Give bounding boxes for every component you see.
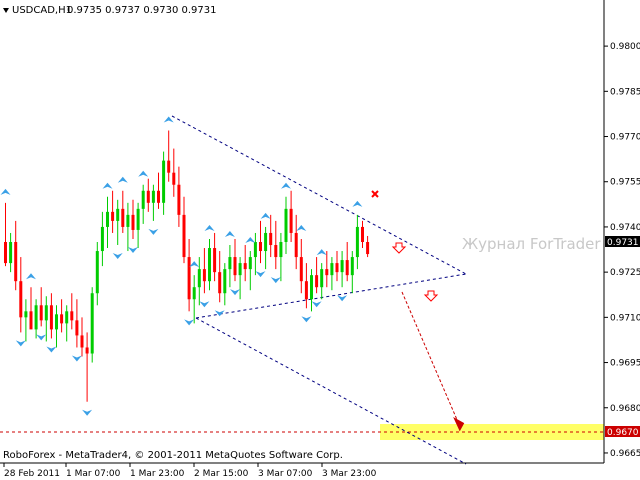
- candle-body: [233, 257, 237, 276]
- time-axis-label: 1 Mar 23:00: [130, 469, 185, 479]
- candle-body: [172, 172, 176, 185]
- candle: [90, 287, 94, 363]
- symbol-label: USDCAD,H1: [12, 5, 72, 16]
- candle-body: [19, 281, 23, 318]
- candle-body: [141, 190, 145, 209]
- candle-body: [167, 160, 171, 173]
- candle-body: [310, 275, 313, 300]
- candle-body: [299, 257, 303, 282]
- candle-body: [243, 263, 247, 270]
- candle-body: [325, 269, 329, 276]
- candle-body: [366, 242, 370, 255]
- candle-body: [49, 305, 53, 330]
- candle-body: [182, 214, 186, 258]
- candle-body: [106, 211, 109, 227]
- candle-body: [213, 248, 217, 273]
- candle-body: [355, 226, 359, 258]
- candle-body: [279, 242, 283, 258]
- current-price-badge: 0.9731: [605, 236, 640, 248]
- candle-body: [65, 311, 69, 324]
- price-axis-label: 0.9710: [610, 313, 640, 323]
- time-axis-label: 28 Feb 2011: [4, 469, 60, 479]
- ohlc-values: 0.9735 0.9737 0.9730 0.9731: [67, 5, 217, 16]
- candle-body: [202, 269, 206, 282]
- candle-body: [146, 190, 150, 203]
- candle-body: [100, 226, 104, 252]
- candle-body: [126, 214, 130, 227]
- candle-body: [162, 160, 166, 203]
- candle-body: [284, 208, 288, 242]
- candle-body: [345, 260, 349, 276]
- candle-body: [269, 232, 273, 246]
- candle-body: [330, 263, 334, 276]
- price-axis-label: 0.9695: [610, 359, 640, 369]
- candle-body: [315, 275, 319, 288]
- price-axis-label: 0.9755: [610, 178, 640, 188]
- chart-title: USDCAD,H1 0.9735 0.9737 0.9730 0.9731: [3, 5, 217, 16]
- time-axis-label: 1 Mar 07:00: [66, 469, 121, 479]
- candle-body: [85, 347, 89, 354]
- price-axis-label: 0.9800: [610, 42, 640, 52]
- candle-body: [197, 269, 201, 288]
- watermark-text: Журнал ForTrader: [462, 235, 601, 253]
- candle-body: [60, 314, 64, 324]
- candle-body: [70, 311, 74, 321]
- price-axis-label: 0.9725: [610, 268, 640, 278]
- candle-body: [4, 242, 7, 264]
- candle-body: [116, 208, 120, 221]
- footer-copyright: RoboForex - MetaTrader4, © 2001-2011 Met…: [3, 450, 343, 461]
- candle-body: [253, 242, 257, 258]
- candle-body: [294, 232, 298, 258]
- candle-body: [264, 232, 268, 252]
- candle-body: [289, 208, 293, 233]
- candle-body: [304, 281, 308, 300]
- candle-body: [75, 320, 79, 336]
- candle-body: [350, 257, 354, 276]
- candle-body: [177, 184, 181, 215]
- candle-body: [259, 242, 262, 252]
- candle-body: [34, 305, 38, 330]
- candle-body: [136, 208, 140, 230]
- candle-body: [192, 287, 196, 300]
- time-axis-label: 3 Mar 23:00: [322, 469, 377, 479]
- candle-body: [361, 226, 364, 242]
- candle-body: [157, 190, 160, 203]
- candle-body: [320, 269, 324, 288]
- candle-body: [223, 269, 227, 294]
- candle-body: [238, 263, 242, 276]
- candle-body: [29, 311, 33, 330]
- target-price-label: 0.9670: [607, 428, 639, 438]
- candle-body: [131, 214, 135, 230]
- candle-body: [24, 311, 28, 318]
- candle-body: [228, 257, 232, 270]
- candle-body: [14, 242, 18, 282]
- candle-body: [95, 251, 99, 294]
- candle-body: [208, 248, 211, 282]
- current-price-label: 0.9731: [607, 238, 639, 248]
- candle-body: [39, 305, 43, 321]
- candle-body: [90, 293, 94, 354]
- candle-body: [248, 257, 252, 270]
- candle-body: [55, 314, 58, 330]
- price-axis-label: 0.9740: [610, 223, 640, 233]
- candle-body: [44, 305, 48, 321]
- candle-body: [121, 208, 125, 227]
- candle-body: [151, 190, 155, 203]
- price-axis-label: 0.9665: [610, 449, 640, 459]
- chart-window[interactable]: Журнал ForTrader 0.9800 0.9785 0.9770 0.975…: [0, 0, 640, 480]
- candle-body: [9, 242, 13, 264]
- time-axis-label: 2 Mar 15:00: [194, 469, 249, 479]
- target-price-badge: 0.9670: [605, 426, 640, 438]
- candle-body: [111, 211, 115, 221]
- time-axis-label: 3 Mar 07:00: [258, 469, 313, 479]
- candle-body: [274, 245, 278, 258]
- price-axis-label: 0.9680: [610, 404, 640, 414]
- candle-body: [340, 260, 344, 273]
- candle-body: [80, 335, 84, 348]
- candle-body: [335, 263, 339, 273]
- candle-body: [218, 272, 222, 294]
- price-axis-label: 0.9770: [610, 133, 640, 143]
- price-axis-label: 0.9785: [610, 87, 640, 97]
- candle-body: [187, 257, 191, 300]
